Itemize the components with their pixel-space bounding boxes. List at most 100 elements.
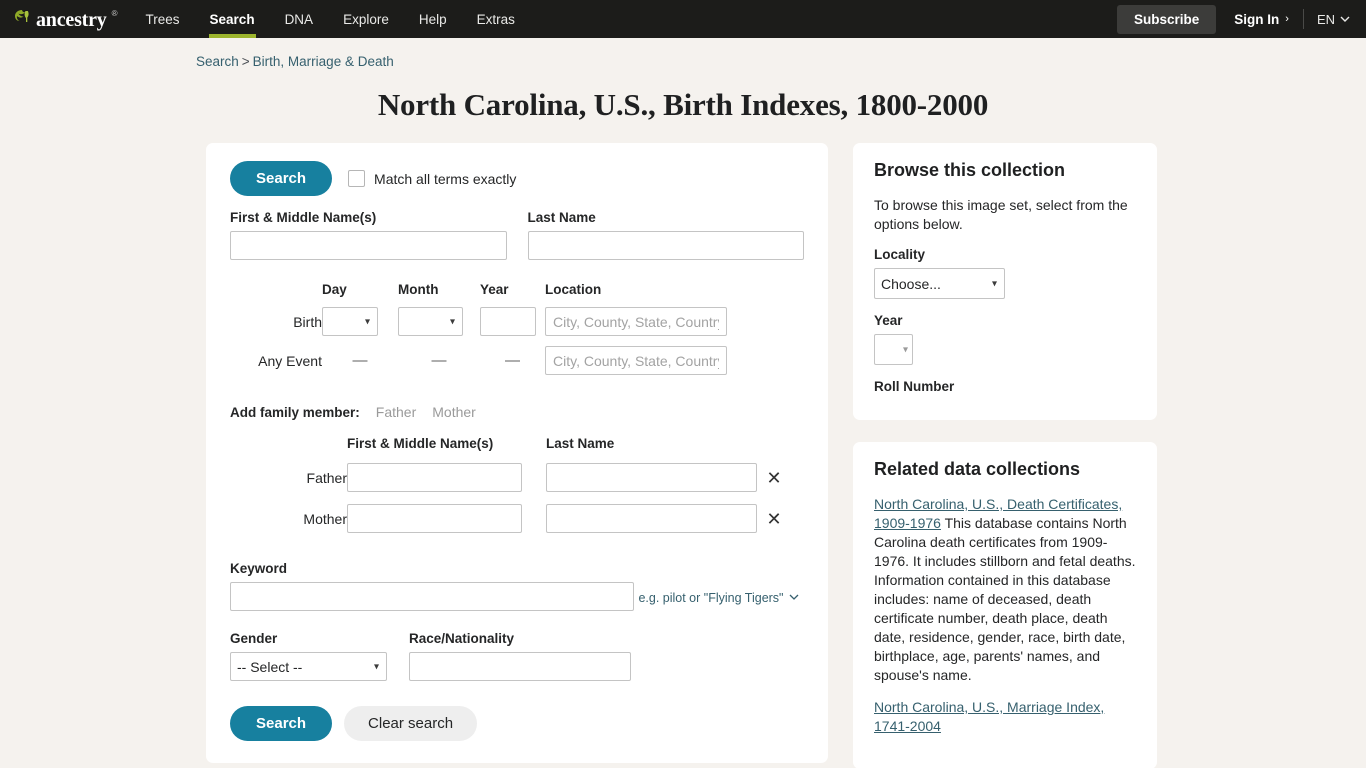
- breadcrumb-separator: >: [241, 54, 250, 69]
- day-header: Day: [322, 282, 347, 297]
- any-event-year-cell: —: [480, 347, 545, 374]
- birth-location-input[interactable]: [545, 307, 727, 336]
- locality-select[interactable]: Choose...: [874, 268, 1005, 299]
- father-row-label: Father: [306, 469, 347, 486]
- any-event-day-dash: —: [352, 352, 368, 369]
- related-description-1: This database contains North Carolina de…: [874, 515, 1136, 683]
- gender-label: Gender: [230, 631, 278, 646]
- any-event-row-label: Any Event: [258, 352, 322, 369]
- nav-item-extras[interactable]: Extras: [462, 0, 530, 38]
- nav-right-group: Subscribe Sign In › EN: [1116, 0, 1366, 38]
- last-name-group: Last Name: [527, 210, 804, 260]
- search-button-top[interactable]: Search: [230, 161, 333, 196]
- browse-intro-text: To browse this image set, select from th…: [874, 197, 1128, 232]
- mother-row-label: Mother: [303, 510, 347, 527]
- related-item-1: North Carolina, U.S., Death Certificates…: [874, 495, 1136, 685]
- nav-item-explore[interactable]: Explore: [328, 0, 404, 38]
- family-last-name-header: Last Name: [546, 436, 615, 451]
- mother-first-name-input[interactable]: [347, 504, 522, 533]
- first-name-input[interactable]: [230, 231, 507, 260]
- locality-label: Locality: [874, 247, 926, 262]
- nav-item-help[interactable]: Help: [404, 0, 462, 38]
- keyword-hint-label: e.g. pilot or "Flying Tigers": [638, 590, 784, 605]
- family-members-grid: First & Middle Name(s) Last Name Father …: [230, 436, 804, 539]
- related-title: Related data collections: [874, 459, 1081, 479]
- sign-in-link[interactable]: Sign In ›: [1216, 12, 1303, 27]
- birth-day-select[interactable]: [322, 307, 378, 336]
- month-header: Month: [398, 282, 439, 297]
- any-event-year-dash: —: [505, 352, 520, 369]
- sidebar: Browse this collection To browse this im…: [853, 143, 1157, 768]
- breadcrumb-row: Search > Birth, Marriage & Death: [0, 38, 1366, 69]
- clear-search-button[interactable]: Clear search: [344, 706, 478, 741]
- any-event-location-cell: [545, 341, 729, 380]
- language-selector[interactable]: EN: [1304, 12, 1356, 27]
- birth-month-select[interactable]: [398, 307, 463, 336]
- match-exact-checkbox[interactable]: [348, 170, 366, 187]
- birth-month-cell: ▾: [398, 302, 480, 341]
- trademark-mark: ®: [111, 8, 118, 18]
- add-mother-link[interactable]: Mother: [432, 404, 476, 420]
- page-title: North Carolina, U.S., Birth Indexes, 180…: [377, 87, 989, 122]
- family-first-name-header: First & Middle Name(s): [347, 436, 494, 451]
- race-nationality-input[interactable]: [409, 652, 631, 681]
- race-label: Race/Nationality: [409, 631, 515, 646]
- last-name-label: Last Name: [527, 210, 596, 225]
- first-name-group: First & Middle Name(s): [230, 210, 507, 260]
- add-family-header: Add family member: Father Mother: [230, 404, 804, 420]
- search-form-card: Search Match all terms exactly First & M…: [206, 143, 828, 763]
- year-group: Year ▾: [874, 313, 1136, 379]
- any-event-month-dash: —: [431, 352, 447, 369]
- remove-mother-icon[interactable]: ✕: [759, 504, 789, 534]
- subscribe-button[interactable]: Subscribe: [1116, 4, 1217, 34]
- match-exact-label: Match all terms exactly: [374, 170, 517, 187]
- keyword-input[interactable]: [230, 582, 634, 611]
- any-event-month-cell: —: [398, 347, 480, 374]
- mother-last-name-input[interactable]: [546, 504, 757, 533]
- remove-father-icon[interactable]: ✕: [759, 463, 789, 493]
- birth-year-cell: [480, 302, 545, 341]
- language-label: EN: [1316, 11, 1335, 27]
- chevron-right-icon: ›: [1285, 13, 1289, 25]
- main-nav-items: Trees Search DNA Explore Help Extras: [131, 0, 530, 38]
- nav-item-dna[interactable]: DNA: [270, 0, 329, 38]
- roll-number-label: Roll Number: [874, 379, 955, 394]
- birth-year-input[interactable]: [480, 307, 536, 336]
- top-navigation-bar: ancestry ® Trees Search DNA Explore Help…: [0, 0, 1366, 38]
- any-event-day-cell: —: [322, 347, 398, 374]
- location-header: Location: [545, 282, 602, 297]
- gender-race-row: Gender -- Select -- ▾ Race/Nationality: [230, 631, 804, 681]
- last-name-input[interactable]: [527, 231, 804, 260]
- related-link-marriage-index[interactable]: North Carolina, U.S., Marriage Index, 17…: [874, 699, 1104, 734]
- browse-year-select[interactable]: [874, 334, 913, 365]
- gender-group: Gender -- Select -- ▾: [230, 631, 387, 681]
- form-buttons-row: Search Clear search: [230, 706, 804, 741]
- father-last-cell: [546, 457, 759, 498]
- leaf-icon: [12, 7, 32, 32]
- breadcrumb: Search > Birth, Marriage & Death: [196, 54, 1366, 69]
- event-date-grid: Day Month Year Location Birth ▾ ▾ City, …: [230, 282, 804, 380]
- add-father-link[interactable]: Father: [376, 404, 416, 420]
- birth-row-label: Birth: [293, 313, 322, 330]
- breadcrumb-current-link[interactable]: Birth, Marriage & Death: [253, 54, 394, 69]
- form-top-row: Search Match all terms exactly: [230, 161, 804, 196]
- match-exact-group[interactable]: Match all terms exactly: [348, 170, 516, 187]
- any-event-location-input[interactable]: [545, 346, 727, 375]
- gender-select[interactable]: -- Select --: [230, 652, 387, 681]
- year-header: Year: [480, 282, 509, 297]
- search-button-bottom[interactable]: Search: [230, 706, 333, 741]
- breadcrumb-root-link[interactable]: Search: [196, 54, 239, 69]
- father-last-name-input[interactable]: [546, 463, 757, 492]
- chevron-down-icon: [789, 594, 798, 600]
- chevron-down-icon: [1340, 16, 1350, 22]
- name-row: First & Middle Name(s) Last Name: [230, 210, 804, 260]
- keyword-hint-toggle[interactable]: e.g. pilot or "Flying Tigers": [638, 591, 798, 605]
- brand-wordmark: ancestry: [36, 9, 107, 31]
- ancestry-logo[interactable]: ancestry ®: [0, 0, 131, 38]
- keyword-label: Keyword: [230, 561, 288, 576]
- birth-day-cell: ▾: [322, 302, 398, 341]
- browse-year-label: Year: [874, 313, 903, 328]
- father-first-name-input[interactable]: [347, 463, 522, 492]
- nav-item-search[interactable]: Search: [195, 0, 270, 38]
- nav-item-trees[interactable]: Trees: [131, 0, 195, 38]
